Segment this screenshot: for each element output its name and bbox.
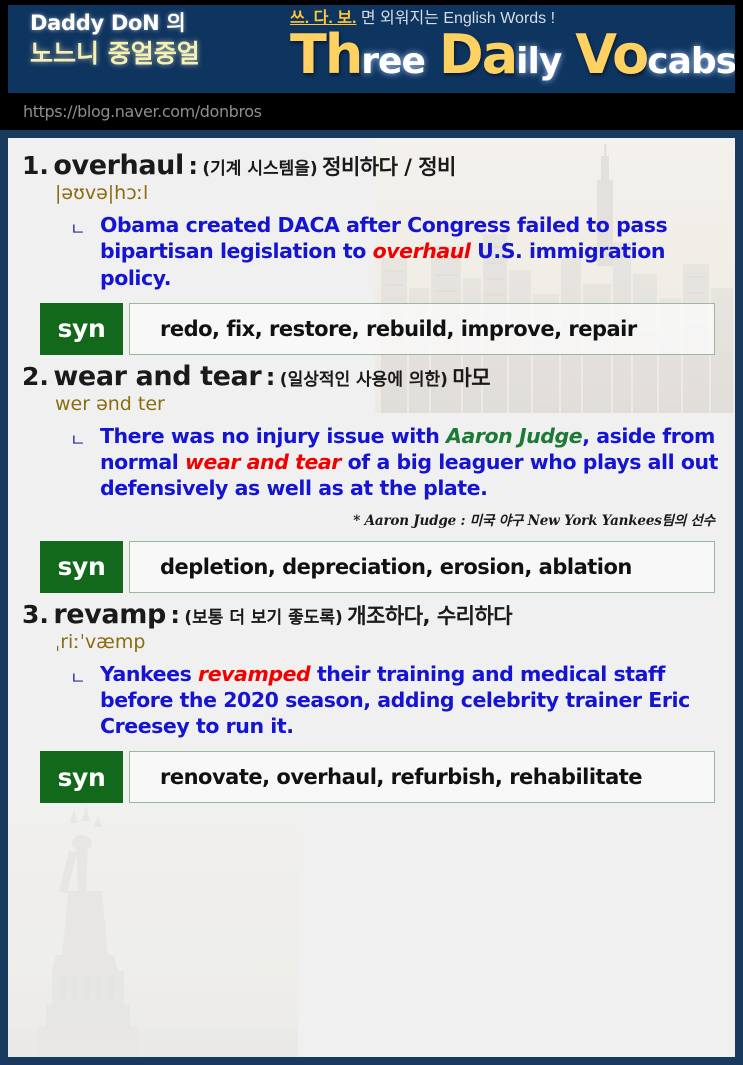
syn-label-2: syn [40,540,123,593]
entry-sense-paren-2: (일상적인 사용에 의한) [279,369,448,390]
vocab-entry-3: 3. revamp : (보통 더 보기 좋도록) 개조하다, 수리하다 ˌri… [22,599,721,804]
blog-url-bar: https://blog.naver.com/donbros [0,96,743,130]
vocab-list: 1. overhaul : (기계 시스템을) 정비하다 / 정비 |əʊvə|… [8,138,735,804]
syn-row-2: syn depletion, depreciation, erosion, ab… [40,540,715,593]
entry-word-2: wear and tear [53,360,262,392]
footnote-2: * Aaron Judge : 미국 야구 New York Yankees팀의… [353,512,715,529]
example-row-3: ㄴ Yankees revamped their training and me… [70,661,721,740]
entry-phonetic-1: |əʊvə|hɔːl [55,182,149,205]
syn-label-1: syn [40,302,123,355]
headword-3: 3. revamp : (보통 더 보기 좋도록) 개조하다, 수리하다 [22,599,721,630]
brand-name-line2: 노느니 중얼중얼 [30,39,200,69]
entry-sense-korean-2: 마모 [452,365,491,390]
entry-number-1: 1. [22,151,49,180]
title-part-3-big: Vo [575,23,649,87]
example-sentence-3: Yankees revamped their training and medi… [100,661,690,739]
headword-1: 1. overhaul : (기계 시스템을) 정비하다 / 정비 [22,150,721,181]
bullet-corner-icon-2: ㄴ [70,430,86,450]
syn-text-2: depletion, depreciation, erosion, ablati… [129,540,715,593]
syn-row-1: syn redo, fix, restore, rebuild, improve… [40,302,715,355]
headword-2: 2. wear and tear : (일상적인 사용에 의한) 마모 [22,361,721,392]
title-part-1-small: ree [361,41,426,83]
entry-phonetic-3: ˌriːˈvæmp [55,630,146,653]
example-sentence-1: Obama created DACA after Congress failed… [100,213,668,290]
syn-label-3: syn [40,751,123,804]
example-row-2: ㄴ There was no injury issue with Aaron J… [70,423,721,502]
vocab-card: 1. overhaul : (기계 시스템을) 정비하다 / 정비 |əʊvə|… [8,138,735,1057]
entry-colon-2: : [265,362,276,391]
bullet-corner-icon-1: ㄴ [70,220,86,240]
entry-sense-korean-1: 정비하다 / 정비 [322,155,456,179]
title-part-2-small: ily [516,41,562,83]
content-frame: 1. overhaul : (기계 시스템을) 정비하다 / 정비 |əʊvə|… [0,130,743,1065]
entry-number-2: 2. [22,361,49,391]
vocab-entry-2: 2. wear and tear : (일상적인 사용에 의한) 마모 wer … [22,361,721,593]
brand-name-line1: Daddy DoN 의 [30,11,186,35]
entry-sense-paren-3: (보통 더 보기 좋도록) [184,607,343,628]
entry-phonetic-2: wer ənd ter [55,392,165,415]
brand-block: Daddy DoN 의 노느니 중얼중얼 [30,10,270,71]
entry-word-1: overhaul [53,150,184,181]
entry-sense-korean-3: 개조하다, 수리하다 [347,603,513,628]
vocab-entry-1: 1. overhaul : (기계 시스템을) 정비하다 / 정비 |əʊvə|… [22,150,721,355]
blog-url-text[interactable]: https://blog.naver.com/donbros [23,102,262,121]
statue-of-liberty-photo [8,797,298,1057]
syn-text-1: redo, fix, restore, rebuild, improve, re… [129,302,715,355]
bullet-corner-icon-3: ㄴ [70,668,86,688]
title-part-2-big: Da [438,23,518,87]
title-part-3-small: cabs [647,41,735,83]
entry-colon-1: : [188,152,198,180]
entry-number-3: 3. [22,599,49,629]
syn-text-3: renovate, overhaul, refurbish, rehabilit… [129,751,715,804]
example-row-1: ㄴ Obama created DACA after Congress fail… [70,212,721,291]
title-block: 쓰. 다. 보. 면 외워지는 English Words ! Three Dai… [290,7,735,82]
entry-colon-3: : [170,600,180,629]
syn-row-3: syn renovate, overhaul, refurbish, rehab… [40,751,715,804]
entry-word-3: revamp [53,598,166,630]
title-part-1-big: Th [290,23,363,87]
example-sentence-2: There was no injury issue with Aaron Jud… [100,423,719,501]
series-title: Three Daily Vocabs [290,28,735,82]
banner-inner: Daddy DoN 의 노느니 중얼중얼 쓰. 다. 보. 면 외워지는 Eng… [8,5,735,93]
site-banner: Daddy DoN 의 노느니 중얼중얼 쓰. 다. 보. 면 외워지는 Eng… [0,0,743,130]
entry-sense-paren-1: (기계 시스템을) [202,159,318,179]
